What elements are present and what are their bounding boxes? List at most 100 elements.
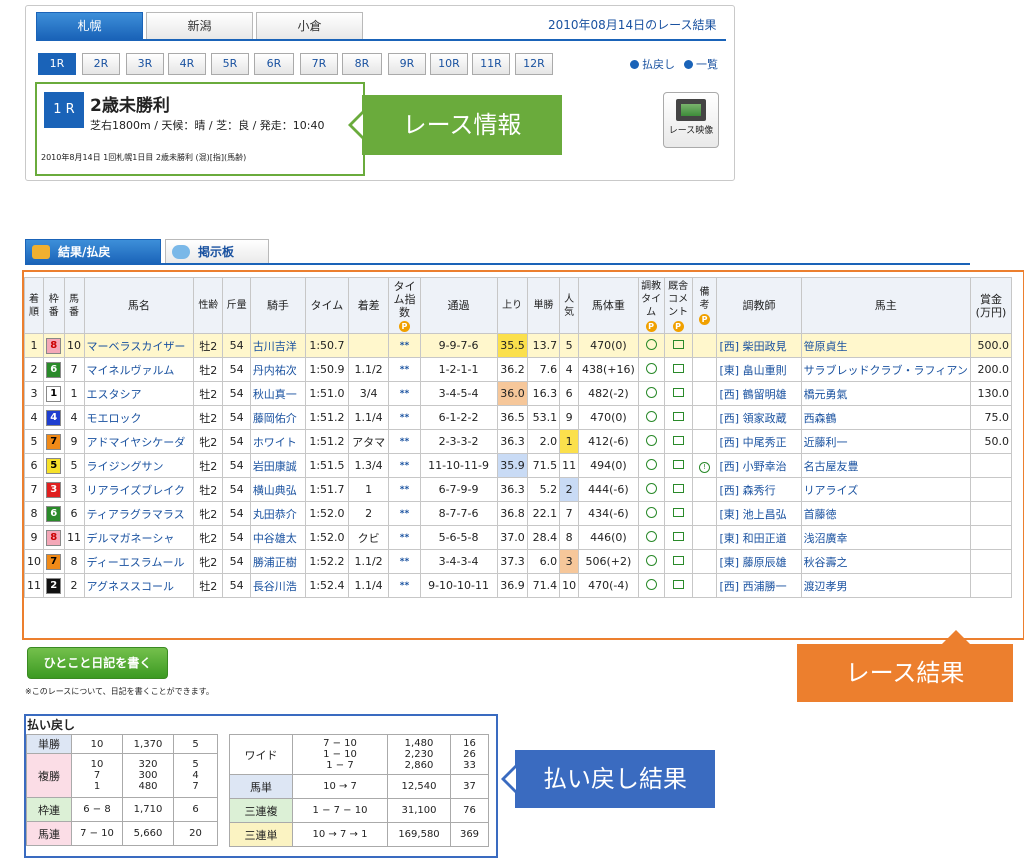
race-button-8r[interactable]: 8R bbox=[342, 53, 382, 75]
clock-icon[interactable] bbox=[645, 338, 657, 350]
link-trainer[interactable]: [西] 西浦勝一 bbox=[719, 580, 786, 593]
link-owner[interactable]: 橋元勇氣 bbox=[804, 388, 848, 401]
race-button-1r[interactable]: 1R bbox=[38, 53, 76, 75]
race-button-6r[interactable]: 6R bbox=[254, 53, 294, 75]
comment-icon[interactable] bbox=[672, 364, 684, 373]
link-name[interactable]: ライジングサン bbox=[87, 460, 164, 473]
clock-icon[interactable] bbox=[645, 434, 657, 446]
comment-icon[interactable] bbox=[672, 580, 684, 589]
link-name[interactable]: ディーエスラムール bbox=[87, 556, 185, 569]
table-cell: クビ bbox=[347, 525, 390, 550]
clock-icon[interactable] bbox=[645, 578, 657, 590]
link-jockey[interactable]: 古川吉洋 bbox=[253, 340, 297, 353]
link-jockey[interactable]: 丹内祐次 bbox=[253, 364, 297, 377]
waku-badge: 3 bbox=[46, 481, 62, 498]
table-cell: 牡2 bbox=[193, 453, 224, 478]
link-trainer[interactable]: [西] 領家政蔵 bbox=[719, 412, 786, 425]
link-jockey[interactable]: 岩田康誠 bbox=[253, 460, 297, 473]
tab-board[interactable]: 掲示板 bbox=[165, 239, 269, 264]
comment-icon[interactable] bbox=[672, 532, 684, 541]
tab-result[interactable]: 結果/払戻 bbox=[25, 239, 161, 264]
clock-icon[interactable] bbox=[645, 554, 657, 566]
clock-icon[interactable] bbox=[645, 530, 657, 542]
comment-icon[interactable] bbox=[672, 508, 684, 517]
link-owner[interactable]: 西森鶴 bbox=[804, 412, 837, 425]
link-jockey[interactable]: 秋山真一 bbox=[253, 388, 297, 401]
list-link[interactable]: 一覧 bbox=[684, 56, 718, 72]
link-jockey[interactable]: 長谷川浩 bbox=[253, 580, 297, 593]
link-name[interactable]: ティアラグラマラス bbox=[87, 508, 185, 521]
link-owner[interactable]: リアライズ bbox=[804, 484, 859, 497]
clock-icon[interactable] bbox=[645, 386, 657, 398]
venue-tab-kokura[interactable]: 小倉 bbox=[256, 12, 363, 39]
link-jockey[interactable]: 中谷雄太 bbox=[253, 532, 297, 545]
race-button-4r[interactable]: 4R bbox=[168, 53, 206, 75]
comment-icon[interactable] bbox=[672, 484, 684, 493]
race-button-10r[interactable]: 10R bbox=[430, 53, 468, 75]
link-trainer[interactable]: [東] 和田正道 bbox=[719, 532, 786, 545]
note-icon[interactable]: ! bbox=[699, 461, 711, 473]
link-trainer[interactable]: [西] 鶴留明雄 bbox=[719, 388, 786, 401]
race-button-12r[interactable]: 12R bbox=[515, 53, 553, 75]
link-owner[interactable]: 近藤利一 bbox=[804, 436, 848, 449]
comment-icon[interactable] bbox=[672, 436, 684, 445]
link-jockey[interactable]: ホワイト bbox=[253, 436, 297, 449]
link-owner[interactable]: 渡辺孝男 bbox=[804, 580, 848, 593]
clock-icon[interactable] bbox=[645, 410, 657, 422]
clock-icon[interactable] bbox=[645, 362, 657, 374]
race-button-2r[interactable]: 2R bbox=[82, 53, 120, 75]
link-jockey[interactable]: 藤岡佑介 bbox=[253, 412, 297, 425]
venue-tab-sapporo[interactable]: 札幌 bbox=[36, 12, 143, 39]
race-button-9r[interactable]: 9R bbox=[388, 53, 426, 75]
table-cell: 秋谷壽之 bbox=[800, 549, 971, 574]
link-name[interactable]: リアライズブレイク bbox=[87, 484, 185, 497]
clock-icon[interactable] bbox=[645, 482, 657, 494]
table-cell bbox=[691, 429, 718, 454]
link-owner[interactable]: 名古屋友豊 bbox=[804, 460, 859, 473]
link-trainer[interactable]: [西] 柴田政見 bbox=[719, 340, 786, 353]
race-video-button[interactable]: レース映像 bbox=[663, 92, 719, 148]
link-owner[interactable]: 浅沼廣幸 bbox=[804, 532, 848, 545]
clock-icon[interactable] bbox=[645, 506, 657, 518]
col-header: 賞金(万円) bbox=[969, 277, 1013, 334]
link-owner[interactable]: サラブレッドクラブ・ラフィアン bbox=[804, 364, 968, 377]
link-name[interactable]: マイネルヴァルム bbox=[87, 364, 175, 377]
link-jockey[interactable]: 横山典弘 bbox=[253, 484, 297, 497]
race-button-5r[interactable]: 5R bbox=[211, 53, 249, 75]
table-cell: 1:51.0 bbox=[305, 381, 349, 406]
chat-bubble-icon bbox=[172, 245, 190, 259]
link-owner[interactable]: 首藤徳 bbox=[804, 508, 837, 521]
link-trainer[interactable]: [東] 畠山重則 bbox=[719, 364, 786, 377]
table-cell: [西] 中尾秀正 bbox=[716, 429, 802, 454]
link-name[interactable]: アグネススコール bbox=[87, 580, 174, 593]
race-button-7r[interactable]: 7R bbox=[300, 53, 338, 75]
link-name[interactable]: モエロック bbox=[87, 412, 142, 425]
link-jockey[interactable]: 丸田恭介 bbox=[253, 508, 297, 521]
comment-icon[interactable] bbox=[672, 412, 684, 421]
venue-tab-niigata[interactable]: 新潟 bbox=[146, 12, 253, 39]
comment-icon[interactable] bbox=[672, 556, 684, 565]
link-name[interactable]: デルマガネーシャ bbox=[87, 532, 175, 545]
write-diary-button[interactable]: ひとこと日記を書く bbox=[27, 647, 168, 679]
link-trainer[interactable]: [西] 小野幸治 bbox=[719, 460, 786, 473]
payout-link[interactable]: 払戻し bbox=[630, 56, 675, 72]
race-button-3r[interactable]: 3R bbox=[126, 53, 164, 75]
link-trainer[interactable]: [西] 森秀行 bbox=[719, 484, 775, 497]
link-owner[interactable]: 秋谷壽之 bbox=[804, 556, 848, 569]
link-name[interactable]: アドマイヤシケーダ bbox=[87, 436, 186, 449]
link-trainer[interactable]: [東] 池上昌弘 bbox=[719, 508, 786, 521]
link-trainer[interactable]: [東] 藤原辰雄 bbox=[719, 556, 786, 569]
race-button-11r[interactable]: 11R bbox=[472, 53, 510, 75]
link-trainer[interactable]: [西] 中尾秀正 bbox=[719, 436, 786, 449]
comment-icon[interactable] bbox=[672, 340, 684, 349]
comment-icon[interactable] bbox=[672, 460, 684, 469]
table-cell bbox=[969, 573, 1013, 598]
link-name[interactable]: エスタシア bbox=[87, 388, 142, 401]
table-cell: 1:52.0 bbox=[305, 525, 349, 550]
table-cell: 中谷雄太 bbox=[249, 525, 307, 550]
link-owner[interactable]: 笹原貞生 bbox=[804, 340, 848, 353]
link-jockey[interactable]: 勝浦正樹 bbox=[253, 556, 297, 569]
comment-icon[interactable] bbox=[672, 388, 684, 397]
link-name[interactable]: マーベラスカイザー bbox=[87, 340, 186, 353]
clock-icon[interactable] bbox=[645, 458, 657, 470]
